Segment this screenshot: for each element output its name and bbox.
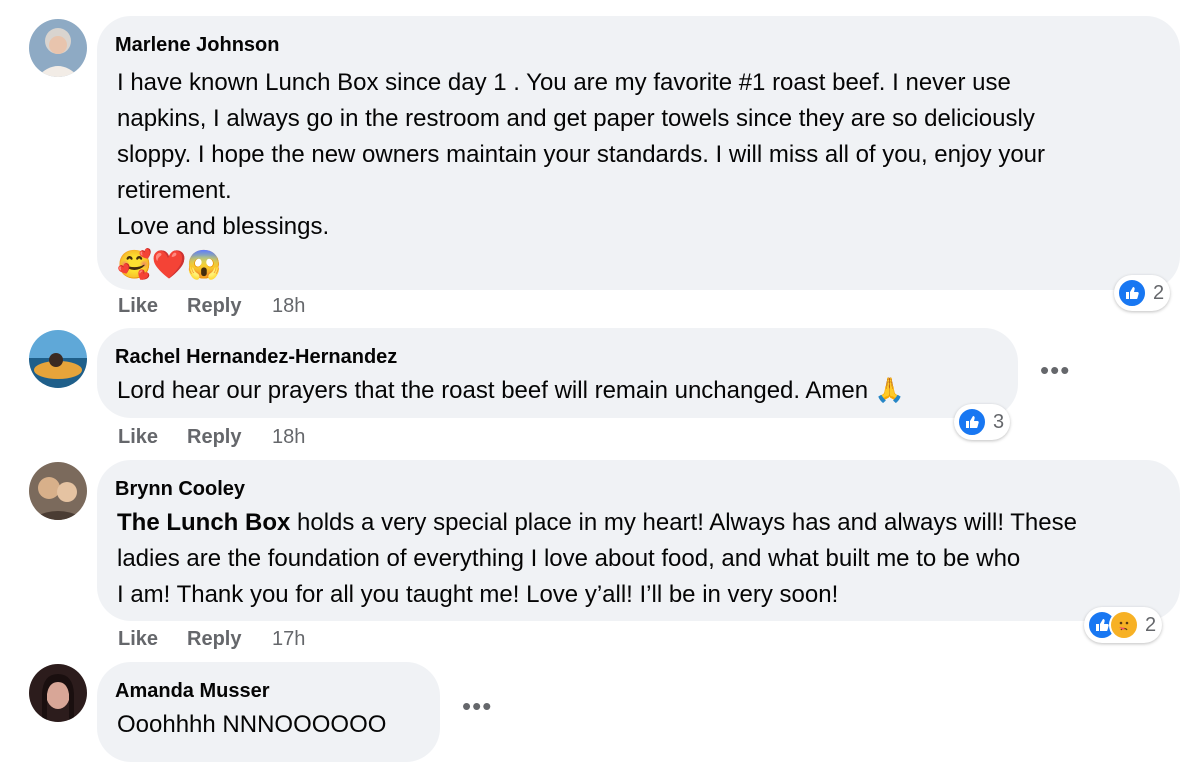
care-reaction-icon	[1109, 610, 1139, 640]
like-button[interactable]: Like	[118, 295, 158, 318]
reaction-summary[interactable]: 2	[1084, 607, 1163, 643]
avatar[interactable]	[29, 19, 87, 77]
like-reaction-icon	[957, 407, 987, 437]
reply-button[interactable]: Reply	[187, 295, 241, 318]
reply-button[interactable]: Reply	[187, 628, 241, 651]
reaction-summary[interactable]: 2	[1114, 275, 1171, 311]
comment-author[interactable]: Marlene Johnson	[115, 33, 1158, 57]
reaction-summary[interactable]: 3	[954, 404, 1011, 440]
avatar[interactable]	[29, 462, 87, 520]
comment-bubble: Rachel Hernandez-Hernandez Lord hear our…	[97, 328, 1018, 418]
like-button[interactable]: Like	[118, 628, 158, 651]
comment-text: Ooohhhh NNNOOOOOO	[117, 711, 387, 738]
more-options-icon[interactable]: •••	[1040, 357, 1070, 383]
timestamp[interactable]: 18h	[272, 295, 305, 318]
reaction-count: 2	[1145, 613, 1157, 636]
timestamp[interactable]: 17h	[272, 628, 305, 651]
reaction-count: 3	[993, 410, 1005, 433]
comment-text: I have known Lunch Box since day 1 . You…	[117, 69, 1046, 240]
reaction-count: 2	[1153, 281, 1165, 304]
comment-bubble: Amanda Musser Ooohhhh NNNOOOOOO	[97, 662, 440, 762]
comment-author[interactable]: Amanda Musser	[115, 679, 418, 703]
like-button[interactable]: Like	[118, 426, 158, 449]
comment-bubble: Brynn Cooley The Lunch Box holds a very …	[97, 460, 1180, 621]
avatar[interactable]	[29, 664, 87, 722]
page-mention-link[interactable]: The Lunch Box	[117, 509, 290, 536]
comment-text: Lord hear our prayers that the roast bee…	[117, 377, 905, 404]
comment-text: The Lunch Box holds a very special place…	[117, 505, 1158, 613]
avatar[interactable]	[29, 330, 87, 388]
timestamp[interactable]: 18h	[272, 426, 305, 449]
reply-button[interactable]: Reply	[187, 426, 241, 449]
more-options-icon[interactable]: •••	[462, 693, 492, 719]
like-reaction-icon	[1117, 278, 1147, 308]
comment-bubble: Marlene Johnson I have known Lunch Box s…	[97, 16, 1180, 290]
comment-author[interactable]: Brynn Cooley	[115, 477, 1158, 501]
comment-author[interactable]: Rachel Hernandez-Hernandez	[115, 345, 996, 369]
comment-emojis: 🥰❤️😱	[117, 249, 222, 280]
